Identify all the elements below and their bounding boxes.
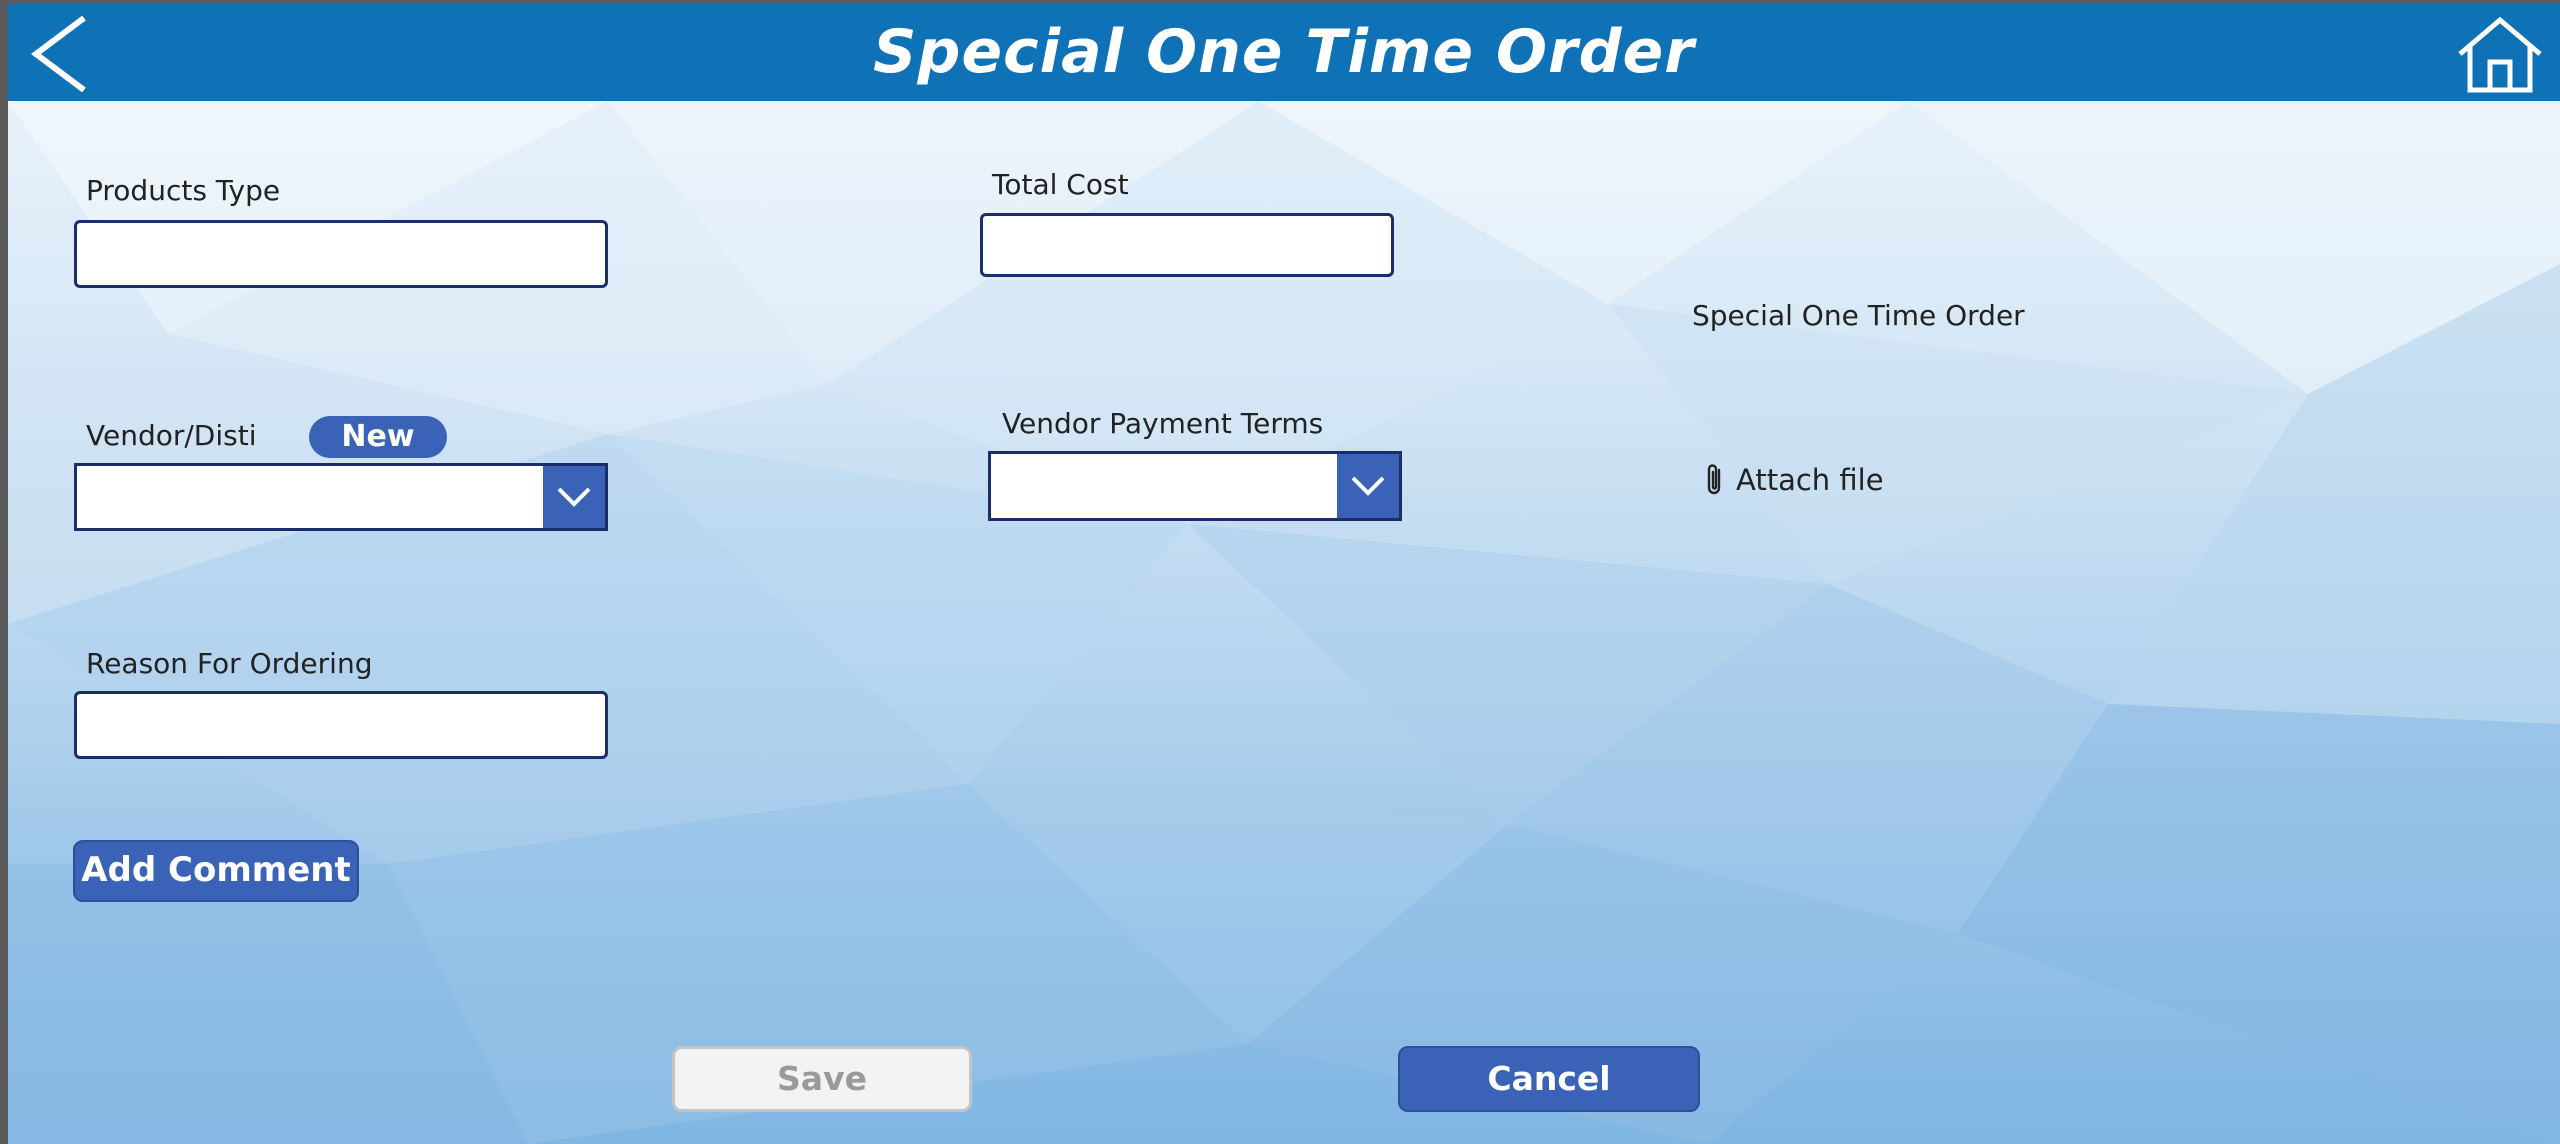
- chevron-down-icon: [557, 487, 591, 507]
- header-bar: Special One Time Order: [8, 4, 2560, 101]
- reason-label: Reason For Ordering: [86, 647, 373, 680]
- vendor-label: Vendor/Disti: [86, 419, 257, 452]
- dropdown-chevron[interactable]: [1337, 454, 1399, 518]
- reason-input[interactable]: [74, 691, 608, 759]
- chevron-left-icon: [31, 15, 86, 93]
- back-button[interactable]: [26, 15, 96, 93]
- attachments-title: Special One Time Order: [1692, 299, 2025, 332]
- total-cost-label: Total Cost: [992, 168, 1129, 201]
- vendor-dropdown[interactable]: [74, 463, 608, 531]
- chevron-down-icon: [1351, 476, 1385, 496]
- app-screen: Special One Time Order Products Type Tot…: [8, 4, 2560, 1144]
- home-button[interactable]: [2454, 16, 2546, 94]
- add-comment-button[interactable]: Add Comment: [73, 840, 359, 902]
- products-type-label: Products Type: [86, 174, 281, 207]
- payment-terms-dropdown[interactable]: [988, 451, 1402, 521]
- page-title: Special One Time Order: [873, 17, 1695, 87]
- products-type-input[interactable]: [74, 220, 608, 288]
- attach-file-label: Attach file: [1736, 463, 1884, 497]
- background-pattern: [8, 101, 2560, 1144]
- paperclip-icon: [1707, 464, 1721, 495]
- save-button[interactable]: Save: [672, 1046, 972, 1112]
- home-icon: [2458, 16, 2542, 93]
- attach-file-button[interactable]: Attach file: [1704, 460, 1884, 500]
- cancel-button[interactable]: Cancel: [1398, 1046, 1700, 1112]
- payment-terms-label: Vendor Payment Terms: [1002, 407, 1324, 440]
- dropdown-chevron[interactable]: [543, 466, 605, 528]
- new-vendor-button[interactable]: New: [309, 416, 447, 458]
- total-cost-input[interactable]: [980, 213, 1394, 277]
